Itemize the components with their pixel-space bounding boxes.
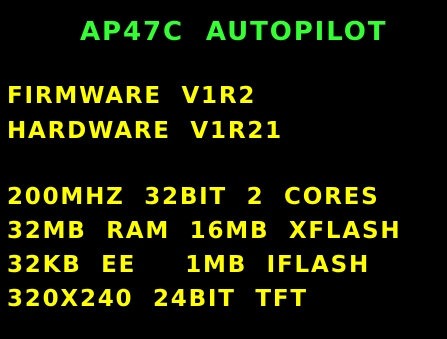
hardware-version: HARDWARE V1R21 xyxy=(7,118,283,144)
display-spec: 320X240 24BIT TFT xyxy=(7,286,308,312)
cpu-spec: 200MHZ 32BIT 2 CORES xyxy=(7,184,380,210)
storage-spec: 32KB EE 1MB IFLASH xyxy=(7,252,371,278)
firmware-version: FIRMWARE V1R2 xyxy=(7,83,257,109)
autopilot-boot-screen: AP47C AUTOPILOT FIRMWARE V1R2 HARDWARE V… xyxy=(0,0,447,339)
device-title: AP47C AUTOPILOT xyxy=(80,17,388,47)
memory-spec: 32MB RAM 16MB XFLASH xyxy=(7,218,402,244)
